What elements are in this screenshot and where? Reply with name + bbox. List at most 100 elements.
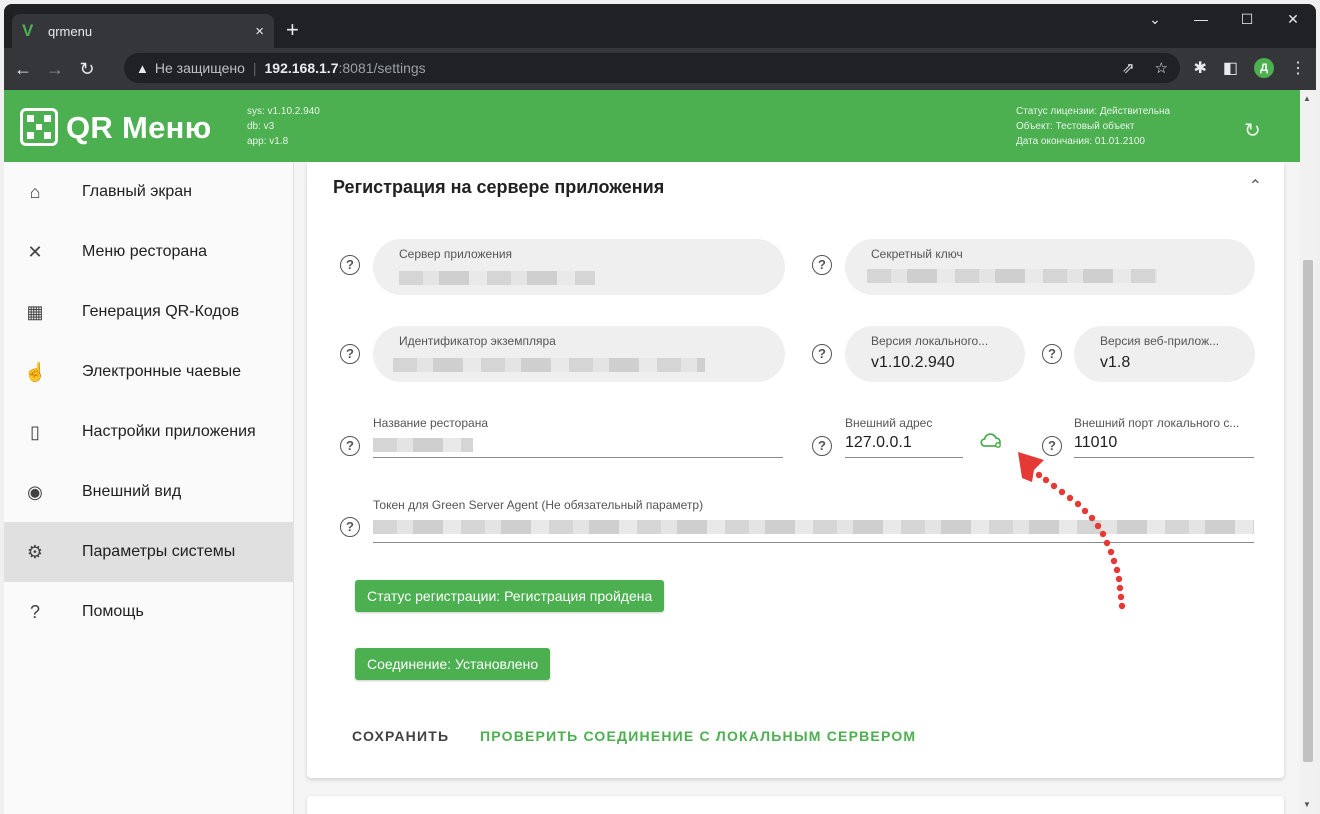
sidebar-item-appearance[interactable]: ◉ Внешний вид — [4, 462, 293, 522]
side-panel-icon[interactable]: ◧ — [1223, 58, 1238, 78]
minimize-icon[interactable]: — — [1178, 4, 1224, 36]
warning-icon: ▲ — [136, 60, 149, 76]
forward-icon[interactable]: → — [42, 59, 68, 80]
window-controls: ⌄ — ☐ ✕ — [1132, 4, 1316, 36]
redacted-value — [373, 520, 1254, 534]
sidebar-item-system[interactable]: ⚙ Параметры системы — [4, 522, 293, 582]
registration-panel: Регистрация на сервере приложения ⌃ ? Се… — [307, 162, 1284, 778]
version-info: sys: v1.10.2.940 db: v3 app: v1.8 — [247, 104, 320, 149]
url-host: 192.168.1.7 — [264, 60, 339, 76]
external-address-field[interactable]: Внешний адрес 127.0.0.1 — [845, 416, 963, 458]
app-version: app: v1.8 — [247, 136, 289, 147]
sidebar-item-menu[interactable]: ✕ Меню ресторана — [4, 222, 293, 282]
chevron-up-icon[interactable]: ⌃ — [1249, 176, 1262, 196]
token-field[interactable]: Токен для Green Server Agent (Не обязате… — [373, 498, 1254, 543]
license-object: Объект: Тестовый объект — [1016, 121, 1135, 132]
license-expiry: Дата окончания: 01.01.2100 — [1016, 136, 1145, 147]
sidebar-item-help[interactable]: ? Помощь — [4, 582, 293, 642]
browser-tab[interactable]: V qrmenu × — [12, 14, 274, 48]
field-label: Внешний адрес — [845, 416, 933, 430]
profile-avatar[interactable]: Д — [1254, 58, 1274, 78]
help-icon[interactable]: ? — [812, 344, 832, 364]
new-tab-button[interactable]: + — [286, 19, 299, 41]
tab-search-icon[interactable]: ⌄ — [1132, 4, 1178, 36]
license-status: Статус лицензии: Действительна — [1016, 106, 1171, 117]
secret-key-field[interactable]: Секретный ключ — [845, 239, 1255, 295]
field-label: Сервер приложения — [399, 247, 513, 261]
redacted-value — [393, 358, 705, 372]
main-content: Регистрация на сервере приложения ⌃ ? Се… — [294, 162, 1300, 814]
tab-title: qrmenu — [48, 23, 93, 39]
sidebar-item-home[interactable]: ⌂ Главный экран — [4, 162, 293, 222]
vue-logo-icon: V — [22, 21, 34, 40]
field-value: 11010 — [1074, 434, 1118, 451]
divider: | — [252, 60, 257, 76]
registration-status-badge: Статус регистрации: Регистрация пройдена — [355, 580, 665, 612]
restaurant-name-field[interactable]: Название ресторана — [373, 416, 783, 458]
sidebar-item-label: Главный экран — [82, 183, 193, 200]
field-label: Внешний порт локального с... — [1074, 416, 1240, 430]
url-path: :8081/settings — [338, 60, 426, 76]
share-icon[interactable]: ⇗ — [1122, 59, 1135, 77]
external-port-field[interactable]: Внешний порт локального с... 11010 — [1074, 416, 1254, 458]
back-icon[interactable]: ← — [10, 59, 36, 80]
qr-code-icon: ▦ — [26, 301, 44, 322]
extensions-icon[interactable]: ✱ — [1193, 58, 1206, 78]
scroll-down-icon[interactable]: ▼ — [1303, 800, 1311, 809]
scrollbar[interactable]: ▲ ▼ — [1300, 90, 1316, 814]
help-icon[interactable]: ? — [812, 255, 832, 275]
eye-icon: ◉ — [27, 481, 43, 502]
help-icon[interactable]: ? — [340, 517, 360, 537]
star-icon[interactable]: ☆ — [1155, 59, 1168, 77]
browser-window: V qrmenu × + ⌄ — ☐ ✕ ← → ↻ ▲ Не защищено… — [4, 4, 1316, 814]
app-viewport: QR Меню sys: v1.10.2.940 db: v3 app: v1.… — [4, 90, 1316, 814]
app-logo-text: QR Меню — [66, 110, 212, 145]
sidebar-item-label: Генерация QR-Кодов — [82, 303, 240, 320]
tab-close-icon[interactable]: × — [255, 23, 264, 40]
field-label: Токен для Green Server Agent (Не обязате… — [373, 498, 704, 512]
field-label: Секретный ключ — [871, 247, 963, 261]
app-server-field[interactable]: Сервер приложения — [373, 239, 785, 295]
field-label: Версия локального... — [871, 334, 989, 348]
help-icon[interactable]: ? — [340, 344, 360, 364]
help-icon[interactable]: ? — [1042, 436, 1062, 456]
db-version: db: v3 — [247, 121, 275, 132]
qr-logo-icon — [20, 108, 58, 146]
sidebar-item-label: Помощь — [82, 603, 144, 620]
check-connection-button[interactable]: ПРОВЕРИТЬ СОЕДИНЕНИЕ С ЛОКАЛЬНЫМ СЕРВЕРО… — [480, 728, 916, 744]
omnibox-actions: ⇗ ☆ — [1122, 59, 1168, 77]
address-bar[interactable]: ▲ Не защищено | 192.168.1.7 :8081/settin… — [124, 53, 1180, 83]
help-icon: ? — [29, 601, 40, 622]
sidebar: ⌂ Главный экран ✕ Меню ресторана ▦ Генераци… — [4, 162, 294, 814]
help-icon[interactable]: ? — [340, 436, 360, 456]
toolbar-actions: ✱ ◧ Д ⋮ — [1193, 58, 1306, 78]
close-window-icon[interactable]: ✕ — [1270, 4, 1316, 36]
browser-toolbar: ← → ↻ ▲ Не защищено | 192.168.1.7 :8081/… — [4, 48, 1316, 90]
maximize-icon[interactable]: ☐ — [1224, 4, 1270, 36]
help-icon[interactable]: ? — [1042, 344, 1062, 364]
refresh-icon[interactable]: ↻ — [1244, 118, 1261, 143]
kebab-menu-icon[interactable]: ⋮ — [1290, 58, 1306, 78]
redacted-value — [867, 269, 1157, 283]
instance-id-field[interactable]: Идентификатор экземпляра — [373, 326, 785, 382]
sidebar-item-app-settings[interactable]: ▯ Настройки приложения — [4, 402, 293, 462]
reload-icon[interactable]: ↻ — [74, 59, 100, 80]
sidebar-item-tips[interactable]: ☝ Электронные чаевые — [4, 342, 293, 402]
next-panel — [307, 796, 1284, 814]
help-icon[interactable]: ? — [812, 436, 832, 456]
field-value: v1.8 — [1100, 354, 1131, 371]
scrollbar-thumb[interactable] — [1303, 260, 1313, 762]
sidebar-item-qr[interactable]: ▦ Генерация QR-Кодов — [4, 282, 293, 342]
tip-hand-icon: ☝ — [24, 361, 47, 382]
save-button[interactable]: СОХРАНИТЬ — [352, 728, 449, 744]
local-version-field: Версия локального... v1.10.2.940 — [845, 326, 1025, 382]
panel-title: Регистрация на сервере приложения — [333, 177, 665, 197]
scroll-up-icon[interactable]: ▲ — [1303, 94, 1311, 103]
gear-icon: ⚙ — [26, 541, 44, 562]
cloud-sync-icon[interactable] — [979, 430, 1003, 455]
field-label: Название ресторана — [373, 416, 488, 430]
sidebar-item-label: Внешний вид — [82, 483, 182, 500]
field-label: Версия веб-прилож... — [1100, 334, 1220, 348]
sys-version: sys: v1.10.2.940 — [247, 106, 320, 117]
help-icon[interactable]: ? — [340, 255, 360, 275]
